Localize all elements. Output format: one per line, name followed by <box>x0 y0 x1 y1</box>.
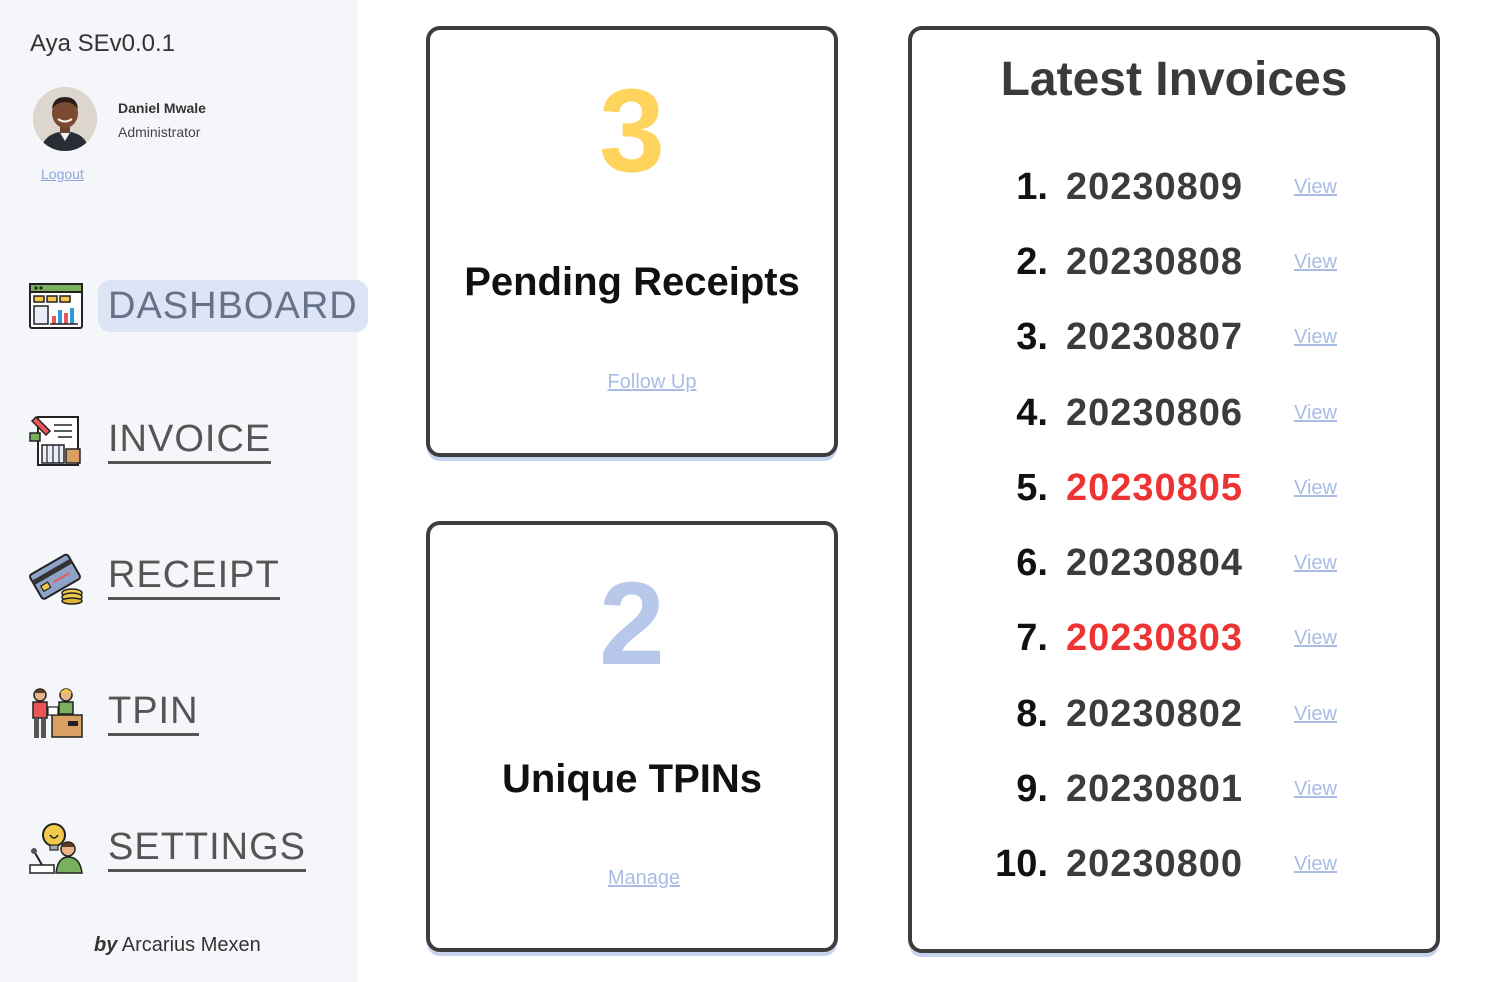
unique-tpins-card: 2 Unique TPINs Manage <box>426 521 838 952</box>
invoice-index: 10. <box>995 843 1048 885</box>
view-invoice-link[interactable]: View <box>1294 552 1337 575</box>
invoice-number: 20230807 <box>1066 316 1244 358</box>
logout-link[interactable]: Logout <box>41 166 84 182</box>
latest-invoices-card: Latest Invoices 1. 20230809 View 2. 2023… <box>908 26 1440 953</box>
invoice-index: 7. <box>1016 617 1048 659</box>
invoice-index: 2. <box>1016 241 1048 283</box>
user-avatar-icon <box>33 87 97 151</box>
avatar <box>33 87 97 151</box>
unique-tpins-count: 2 <box>599 558 665 690</box>
tpin-icon <box>32 688 83 738</box>
app-title: Aya SEv0.0.1 <box>30 30 175 57</box>
invoice-index: 3. <box>1016 316 1048 358</box>
invoice-index: 4. <box>1016 392 1048 434</box>
invoice-row: 10. 20230800 View <box>912 843 1436 885</box>
invoice-row: 2. 20230808 View <box>912 241 1436 283</box>
nav-label-invoice: INVOICE <box>108 419 272 464</box>
manage-link[interactable]: Manage <box>430 867 834 890</box>
invoice-number: 20230805 <box>1066 467 1244 509</box>
invoice-row: 8. 20230802 View <box>912 693 1436 735</box>
nav-label-dashboard: DASHBOARD <box>98 280 368 332</box>
invoice-number: 20230808 <box>1066 241 1244 283</box>
nav-item-invoice[interactable]: INVOICE <box>28 411 272 471</box>
invoice-row: 1. 20230809 View <box>912 166 1436 208</box>
dashboard-icon <box>29 283 83 329</box>
view-invoice-link[interactable]: View <box>1294 778 1337 801</box>
author-credit: by Arcarius Mexen <box>94 934 261 957</box>
invoice-number: 20230800 <box>1066 843 1244 885</box>
pending-receipts-count: 3 <box>599 65 665 197</box>
nav-label-settings: SETTINGS <box>108 827 307 872</box>
nav-item-dashboard[interactable]: DASHBOARD <box>28 276 368 336</box>
invoice-index: 5. <box>1016 467 1048 509</box>
invoice-index: 8. <box>1016 693 1048 735</box>
invoice-number: 20230801 <box>1066 768 1244 810</box>
nav-label-receipt: RECEIPT <box>108 555 280 600</box>
sidebar: Aya SEv0.0.1 Daniel Mwale Administrator … <box>0 0 368 982</box>
settings-icon <box>29 823 83 874</box>
view-invoice-link[interactable]: View <box>1294 402 1337 425</box>
credit-by: by <box>94 934 118 956</box>
invoice-row: 4. 20230806 View <box>912 392 1436 434</box>
user-role: Administrator <box>118 124 201 140</box>
invoice-row: 9. 20230801 View <box>912 768 1436 810</box>
unique-tpins-title: Unique TPINs <box>501 757 763 801</box>
pending-receipts-title: Pending Receipts <box>464 260 800 304</box>
invoice-icon <box>29 415 81 466</box>
invoice-number: 20230809 <box>1066 166 1244 208</box>
user-name: Daniel Mwale <box>118 100 206 116</box>
invoice-index: 6. <box>1016 542 1048 584</box>
view-invoice-link[interactable]: View <box>1294 326 1337 349</box>
view-invoice-link[interactable]: View <box>1294 703 1337 726</box>
pending-receipts-card: 3 Pending Receipts Follow Up <box>426 26 838 457</box>
view-invoice-link[interactable]: View <box>1294 176 1337 199</box>
nav-item-tpin[interactable]: TPIN <box>28 683 199 743</box>
invoice-number: 20230803 <box>1066 617 1244 659</box>
invoice-number: 20230804 <box>1066 542 1244 584</box>
invoice-number: 20230802 <box>1066 693 1244 735</box>
invoice-row: 5. 20230805 View <box>912 467 1436 509</box>
view-invoice-link[interactable]: View <box>1294 627 1337 650</box>
credit-author-name: Arcarius Mexen <box>121 934 261 956</box>
nav-item-receipt[interactable]: RECEIPT <box>28 547 280 607</box>
invoice-number: 20230806 <box>1066 392 1244 434</box>
latest-invoices-title: Latest Invoices <box>1000 53 1348 106</box>
invoice-index: 9. <box>1016 768 1048 810</box>
invoice-row: 7. 20230803 View <box>912 617 1436 659</box>
invoice-index: 1. <box>1016 166 1048 208</box>
view-invoice-link[interactable]: View <box>1294 853 1337 876</box>
follow-up-link[interactable]: Follow Up <box>430 371 834 394</box>
view-invoice-link[interactable]: View <box>1294 477 1337 500</box>
receipt-icon <box>29 553 83 605</box>
nav-label-tpin: TPIN <box>108 691 199 736</box>
nav-item-settings[interactable]: SETTINGS <box>28 819 307 879</box>
invoice-row: 6. 20230804 View <box>912 542 1436 584</box>
view-invoice-link[interactable]: View <box>1294 251 1337 274</box>
invoice-row: 3. 20230807 View <box>912 316 1436 358</box>
